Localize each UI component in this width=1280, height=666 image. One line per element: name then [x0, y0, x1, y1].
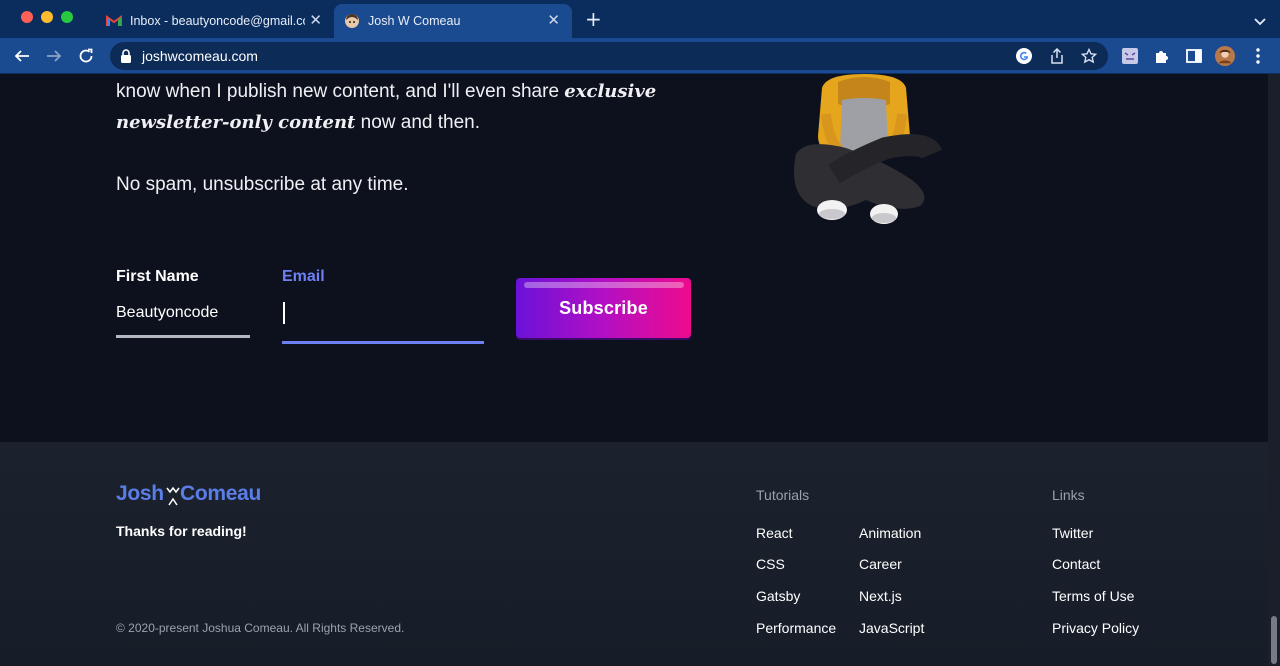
footer-link-twitter[interactable]: Twitter: [1052, 525, 1093, 541]
close-tab-icon[interactable]: ✕: [309, 13, 322, 29]
footer-link-animation[interactable]: Animation: [859, 525, 921, 541]
tab-gmail-inbox[interactable]: Inbox - beautyoncode@gmail.com ✕: [96, 4, 334, 38]
forward-arrow-icon[interactable]: [44, 46, 64, 66]
browser-toolbar: joshwcomeau.com: [0, 38, 1280, 74]
logo-w-mark: [166, 486, 180, 506]
copyright-text: © 2020-present Joshua Comeau. All Rights…: [116, 621, 405, 635]
page-scrollbar[interactable]: [1268, 74, 1280, 666]
new-tab-plus-icon[interactable]: +: [585, 9, 602, 29]
footer-link-career[interactable]: Career: [859, 556, 902, 572]
menu-kebab-icon[interactable]: [1248, 46, 1268, 66]
first-name-label: First Name: [116, 268, 199, 285]
subscribe-button-label: Subscribe: [559, 297, 648, 318]
url-text: joshwcomeau.com: [142, 48, 258, 64]
logo-first-name: Josh: [116, 482, 164, 505]
sitting-avatar-illustration: [794, 74, 942, 224]
close-window-button[interactable]: [21, 11, 33, 23]
tab-title: Inbox - beautyoncode@gmail.com: [130, 14, 305, 28]
description-emphasis: newsletter-only content: [116, 112, 356, 133]
description-text: know when I publish new content, and I'l…: [116, 81, 560, 102]
description-text: now and then.: [360, 112, 481, 133]
footer-link-privacy[interactable]: Privacy Policy: [1052, 620, 1139, 636]
email-input[interactable]: [282, 298, 484, 344]
description-emphasis: exclusive: [564, 81, 657, 102]
footer-link-javascript[interactable]: JavaScript: [859, 620, 924, 636]
scrollbar-thumb[interactable]: [1271, 616, 1277, 664]
reload-icon[interactable]: [76, 46, 96, 66]
page-content: know when I publish new content, and I'l…: [0, 74, 1268, 666]
text-caret: [283, 302, 285, 324]
extensions-puzzle-icon[interactable]: [1152, 46, 1172, 66]
site-footer: Josh Comeau Thanks for reading! © 2020-p…: [0, 442, 1268, 666]
tab-search-chevron-icon[interactable]: [1254, 12, 1266, 31]
gmail-icon: [106, 13, 122, 29]
extension-monster-icon[interactable]: [1120, 46, 1140, 66]
address-bar[interactable]: joshwcomeau.com: [110, 42, 1108, 70]
newsletter-description: know when I publish new content, and I'l…: [116, 76, 656, 138]
footer-link-performance[interactable]: Performance: [756, 620, 836, 636]
tab-josh-w-comeau[interactable]: Josh W Comeau ✕: [334, 4, 572, 38]
maximize-window-button[interactable]: [61, 11, 73, 23]
logo-last-name: Comeau: [180, 482, 262, 505]
browser-tab-bar: Inbox - beautyoncode@gmail.com ✕ Josh W …: [0, 0, 1280, 38]
google-icon[interactable]: [1016, 48, 1032, 68]
footer-link-react[interactable]: React: [756, 525, 793, 541]
footer-link-css[interactable]: CSS: [756, 556, 785, 572]
profile-avatar-icon[interactable]: [1215, 46, 1235, 66]
tutorials-heading: Tutorials: [756, 487, 810, 503]
close-tab-icon[interactable]: ✕: [547, 13, 560, 29]
footer-link-nextjs[interactable]: Next.js: [859, 588, 902, 604]
first-name-input[interactable]: Beautyoncode: [116, 298, 250, 338]
email-label: Email: [282, 268, 325, 285]
footer-link-gatsby[interactable]: Gatsby: [756, 588, 800, 604]
button-shine: [524, 282, 684, 288]
footer-link-terms[interactable]: Terms of Use: [1052, 588, 1134, 604]
subscribe-button[interactable]: Subscribe: [516, 278, 691, 338]
links-heading: Links: [1052, 487, 1085, 503]
tab-title: Josh W Comeau: [368, 14, 461, 28]
no-spam-text: No spam, unsubscribe at any time.: [116, 174, 409, 195]
thanks-text: Thanks for reading!: [116, 523, 247, 539]
back-arrow-icon[interactable]: [12, 46, 32, 66]
avatar-favicon-icon: [344, 13, 360, 29]
share-icon[interactable]: [1050, 47, 1064, 68]
footer-link-contact[interactable]: Contact: [1052, 556, 1100, 572]
side-panel-icon[interactable]: [1184, 46, 1204, 66]
minimize-window-button[interactable]: [41, 11, 53, 23]
bookmark-star-icon[interactable]: [1080, 47, 1098, 68]
lock-icon[interactable]: [120, 48, 132, 67]
